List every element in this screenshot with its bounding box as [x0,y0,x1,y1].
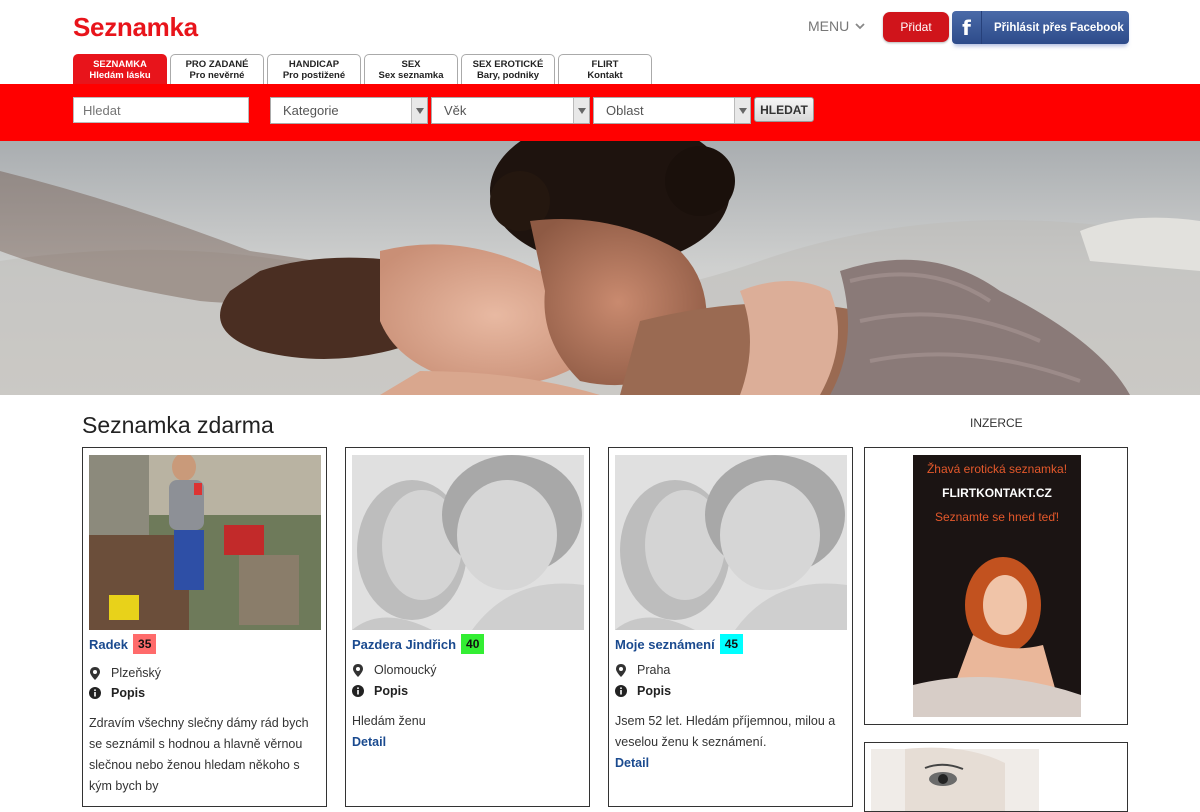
profile-photo[interactable] [615,455,847,630]
tab-title: FLIRT [591,59,619,70]
tab-title: SEX [401,59,421,70]
tab-title: HANDICAP [288,59,340,70]
detail-link[interactable]: Detail [615,756,649,770]
ad-headline: Žhavá erotická seznamka! [926,462,1068,476]
profile-name-row: Radek 35 [89,634,157,654]
category-tabs: SEZNAMKA Hledám lásku PRO ZADANÉ Pro nev… [73,54,652,84]
profile-description: Zdravím všechny slečny dámy rád bych se … [89,716,309,793]
location-row: Plzeňský [89,666,161,680]
age-badge: 35 [133,634,157,654]
tab-seznamka[interactable]: SEZNAMKA Hledám lásku [73,54,167,84]
location-row: Praha [615,663,670,677]
dropdown-arrow-icon [411,98,427,123]
tab-subtitle: Sex seznamka [378,70,444,81]
description-label: Popis [374,684,409,698]
menu-label: MENU [808,18,850,34]
site-logo[interactable]: Seznamka [73,12,198,43]
age-badge: 45 [719,634,744,654]
description-label: Popis [111,686,146,700]
tab-flirt[interactable]: FLIRT Kontakt [558,54,652,84]
profile-card: Pazdera Jindřich 40 Olomoucký Popis Hled… [345,447,590,807]
tab-pro-zadane[interactable]: PRO ZADANÉ Pro nevěrné [170,54,264,84]
advertisement: Žhavá erotická seznamka! FLIRTKONTAKT.CZ… [864,447,1128,725]
profile-photo[interactable] [89,455,321,630]
description-header: Popis [89,686,145,700]
profile-name[interactable]: Radek [89,637,128,652]
map-pin-icon [89,666,101,680]
age-select[interactable]: Věk [431,97,590,124]
profile-photo[interactable] [352,455,584,630]
age-select-value: Věk [444,103,467,118]
ad-cta: Seznamte se hned teď! [934,510,1060,524]
location-row: Olomoucký [352,663,437,677]
dropdown-arrow-icon [573,98,589,123]
add-listing-button[interactable]: Přidat [883,12,949,42]
category-select[interactable]: Kategorie [270,97,428,124]
profile-name-row: Pazdera Jindřich 40 [352,634,485,654]
location-text: Olomoucký [374,663,437,677]
search-button[interactable]: HLEDAT [754,97,814,122]
info-icon [352,684,364,698]
age-badge: 40 [461,634,485,654]
description-header: Popis [615,684,671,698]
region-select[interactable]: Oblast [593,97,751,124]
chevron-down-icon [855,23,865,30]
search-bar: Kategorie Věk Oblast HLEDAT [0,84,1200,141]
location-text: Praha [637,663,671,677]
info-icon [89,686,101,700]
tab-title: SEX EROTICKÉ [472,59,544,70]
facebook-icon: f [952,11,982,44]
tab-subtitle: Pro nevěrné [189,70,245,81]
facebook-login-button[interactable]: f Přihlásit přes Facebook [952,11,1129,44]
profile-description: Jsem 52 let. Hledám příjemnou, milou a v… [615,714,836,749]
advertisement-second [864,742,1128,812]
tab-subtitle: Bary, podniky [476,70,540,81]
tab-sex-eroticke[interactable]: SEX EROTICKÉ Bary, podniky [461,54,555,84]
description-label: Popis [637,684,672,698]
section-title: Seznamka zdarma [82,412,274,438]
category-select-value: Kategorie [283,103,339,118]
tab-subtitle: Kontakt [587,70,623,81]
info-icon [615,684,627,698]
site-header: Seznamka MENU Přidat f Přihlásit přes Fa… [0,0,1200,84]
location-text: Plzeňský [111,666,162,680]
menu-button[interactable]: MENU [808,18,865,34]
tab-subtitle: Hledám lásku [89,70,151,81]
tab-handicap[interactable]: HANDICAP Pro postižené [267,54,361,84]
facebook-login-label: Přihlásit přes Facebook [994,21,1124,34]
dropdown-arrow-icon [734,98,750,123]
ad-image-second[interactable] [865,743,1128,812]
tab-subtitle: Pro postižené [282,70,346,81]
map-pin-icon [615,663,627,677]
region-select-value: Oblast [606,103,644,118]
description-header: Popis [352,684,408,698]
search-input[interactable] [73,97,249,123]
profile-description: Hledám ženu [352,714,426,728]
hero-illustration [0,141,1200,395]
ad-site-name: FLIRTKONTAKT.CZ [942,486,1052,500]
map-pin-icon [352,663,364,677]
detail-link[interactable]: Detail [352,735,386,749]
tab-title: PRO ZADANÉ [185,59,249,70]
ad-banner[interactable]: Žhavá erotická seznamka! FLIRTKONTAKT.CZ… [913,455,1081,717]
ads-label: INZERCE [970,416,1023,430]
tab-title: SEZNAMKA [93,59,147,70]
profile-name-row: Moje seznámení 45 [615,634,744,654]
profile-name[interactable]: Moje seznámení [615,637,715,652]
profile-card: Moje seznámení 45 Praha Popis Jsem 52 le… [608,447,853,807]
tab-sex[interactable]: SEX Sex seznamka [364,54,458,84]
profile-card: Radek 35 Plzeňský Popis Zdravím všechny … [82,447,327,807]
profile-name[interactable]: Pazdera Jindřich [352,637,456,652]
hero-banner-image [0,141,1200,395]
